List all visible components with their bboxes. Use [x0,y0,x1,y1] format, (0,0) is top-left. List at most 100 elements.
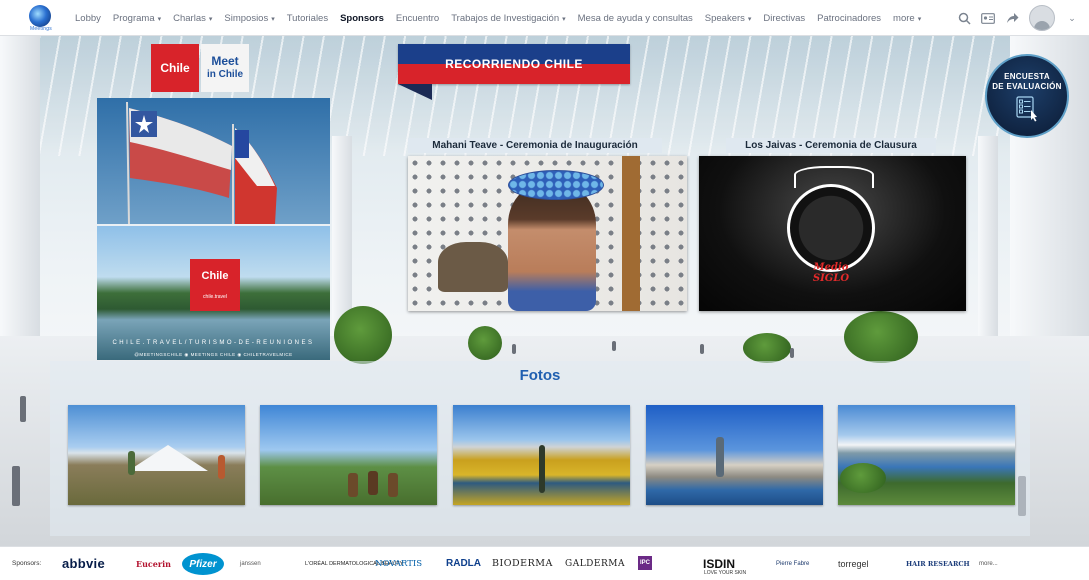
video-title-inauguracion: Mahani Teave - Ceremonia de Inauguración [408,138,662,153]
survey-button[interactable]: ENCUESTA DE EVALUACIÓN [985,54,1069,138]
chevron-down-icon: ▾ [917,15,922,23]
nav-lobby[interactable]: Lobby [75,13,101,24]
gallery-photo[interactable] [838,405,1015,505]
avatar-person [512,344,516,354]
video-title-clausura: Los Jaivas - Ceremonia de Clausura [726,138,936,153]
chevron-down-icon: ▾ [208,15,213,23]
sponsor-logo-eucerin[interactable]: Eucerin [136,547,171,580]
sponsor-logo-janssen[interactable]: janssen [240,547,261,580]
avatar-person [12,466,20,506]
nav-speakers[interactable]: Speakers ▾ [705,13,752,24]
recorriendo-chile-banner[interactable]: RECORRIENDO CHILE [398,44,630,84]
sponsor-logo-radla[interactable]: RADLA [446,547,481,580]
nav-sponsors[interactable]: Sponsors [340,13,384,24]
sponsor-logo-pierre-fabre[interactable]: Pierre Fabre [776,547,809,580]
tree [334,306,392,364]
header-tools: ⌄ [957,0,1079,36]
video-flower-crown [508,170,604,200]
event-logo[interactable] [29,5,51,27]
meet-in-chile-logo[interactable]: Meet in Chile [201,44,249,92]
recorriendo-label: RECORRIENDO CHILE [445,57,583,71]
survey-form-icon [1016,96,1037,122]
nav-directivas[interactable]: Directivas [763,13,805,24]
search-icon[interactable] [957,11,971,25]
chevron-down-icon: ▾ [747,15,752,23]
nav-patrocinadores[interactable]: Patrocinadores [817,13,881,24]
photo-rider [368,471,378,495]
nav-programa[interactable]: Programa ▾ [113,13,161,24]
left-pillar [0,36,40,376]
center-pillar [978,136,998,356]
travel-caption: CHILE.TRAVEL/TURISMO-DE-REUNIONES [112,340,315,346]
main-nav: Lobby Programa ▾ Charlas ▾ Simposios ▾ Tuto… [75,0,933,36]
virtual-lobby-scene: Chile Meet in Chile RECORRIENDO CHILE EN… [0,36,1089,546]
isdin-tagline: LOVE YOUR SKIN [704,570,747,576]
logo-caption: Meetings [30,26,52,32]
share-icon[interactable] [1005,11,1019,25]
chile-flags-image [126,101,277,224]
travel-logo-sub: chile.travel [203,294,227,300]
meet-line2: in Chile [206,69,244,80]
jaivas-seal-logo [787,184,875,272]
sponsors-label: Sponsors: [12,560,42,567]
nav-encuentro[interactable]: Encuentro [396,13,439,24]
photo-church-tower [716,437,724,477]
tree [743,333,791,363]
sponsor-logo-abbvie[interactable]: abbvie [62,547,105,580]
photo-rider [388,473,398,497]
photo-hiker [128,451,135,475]
gallery-photo[interactable] [453,405,630,505]
id-card-icon[interactable] [981,11,995,25]
top-navigation-bar: Meetings Lobby Programa ▾ Charlas ▾ Simpos… [0,0,1089,36]
photo-person-arms-up [539,445,545,493]
nav-simposios[interactable]: Simposios ▾ [224,13,274,24]
gallery-photo[interactable] [68,405,245,505]
avatar-person [612,341,616,351]
photo-hiker [218,455,225,479]
video-player-clausura[interactable]: Medio SIGLO [699,156,966,311]
sponsor-logo-novartis[interactable]: NOVARTIS [375,547,422,580]
photo-tree [840,463,886,493]
video-post [622,156,640,311]
tree [844,311,918,363]
travel-social-handles: @MEETINGSCHILE ◉ MEETINGS CHILE ◉ CHILET… [134,352,293,357]
gallery-photo[interactable] [646,405,823,505]
avatar-silhouette [1034,21,1050,30]
chevron-down-icon: ▾ [157,15,162,23]
sponsors-bar: Sponsors: abbvie Eucerin Pfizer janssen … [0,546,1089,580]
gallery-photo[interactable] [260,405,437,505]
sponsor-logo-pfizer[interactable]: Pfizer [182,553,224,575]
nav-more[interactable]: more ▾ [893,13,921,24]
sponsor-logo-galderma[interactable]: GALDERMA [565,547,625,580]
chile-logo-text: Chile [160,61,190,75]
chevron-down-icon: ▾ [562,15,566,23]
survey-label-line2: DE EVALUACIÓN [992,82,1062,91]
survey-label-line1: ENCUESTA [1004,72,1050,81]
photo-volcano [128,445,208,471]
chevron-down-icon[interactable]: ⌄ [1065,11,1079,25]
video-rock [438,242,508,292]
jaivas-signature: Medio SIGLO [812,262,850,284]
avatar-person [700,344,704,354]
tree [468,326,502,360]
chile-travel-panel[interactable]: Chile chile.travel CHILE.TRAVEL/TURISMO-… [97,226,330,360]
nav-charlas[interactable]: Charlas ▾ [173,13,212,24]
sponsor-logo-bioderma[interactable]: BIODERMA [492,547,553,580]
chevron-down-icon: ▾ [271,15,275,23]
fotos-title: Fotos [519,367,561,384]
nav-trabajos-de-investigacion[interactable]: Trabajos de Investigación ▾ [451,13,565,24]
nav-tutoriales[interactable]: Tutoriales [287,13,328,24]
user-avatar-icon[interactable] [1029,5,1055,31]
avatar-person [790,348,794,358]
photo-rider [348,473,358,497]
meet-line1: Meet [211,54,239,68]
chile-brand-logo[interactable]: Chile [151,44,199,92]
sponsors-more-link[interactable]: more... [979,547,998,580]
sponsor-logo-hair-research[interactable]: HAIR RESEARCH [906,547,970,580]
nav-mesa-de-ayuda[interactable]: Mesa de ayuda y consultas [578,13,693,24]
fotos-gallery: Fotos [50,361,1030,536]
video-player-inauguracion[interactable] [408,156,687,311]
chile-flag-panel[interactable] [97,98,330,224]
sponsor-logo-torregel[interactable]: torregel [838,547,869,580]
sponsor-logo-ipc[interactable]: IPC [638,556,652,570]
